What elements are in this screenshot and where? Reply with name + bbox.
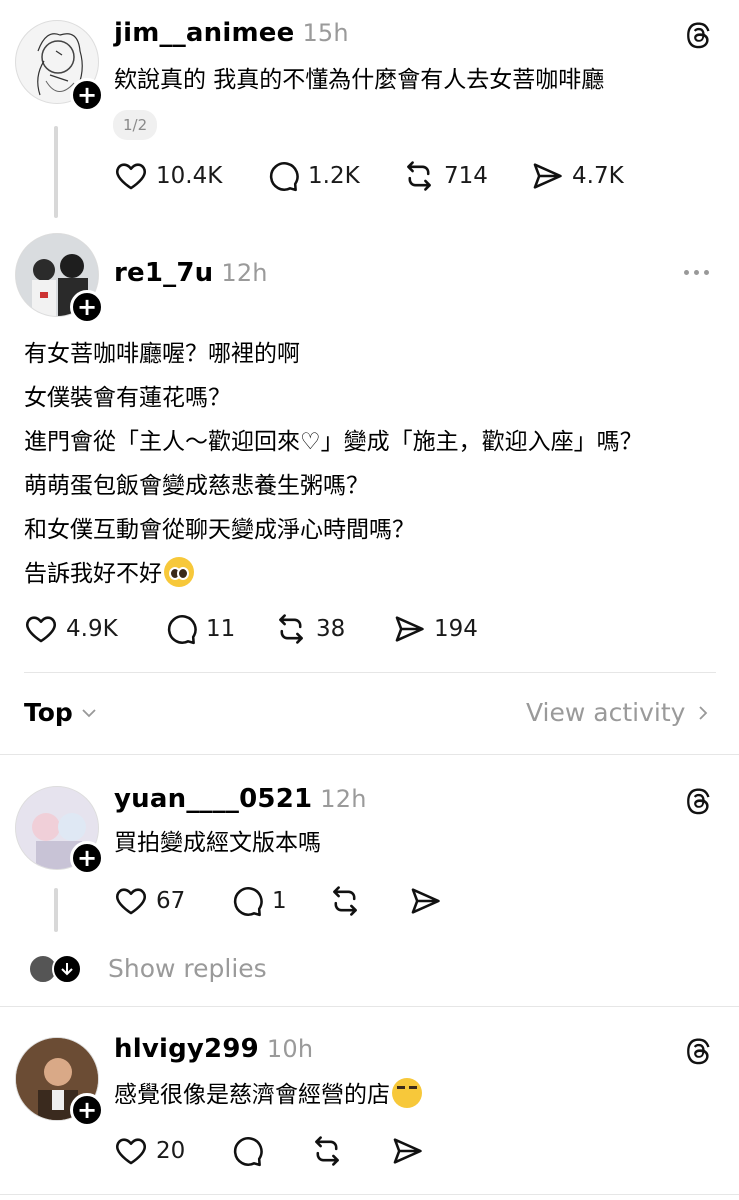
- like-button[interactable]: 20: [114, 1134, 185, 1168]
- comment-icon: [266, 159, 300, 193]
- comment-icon: [230, 1134, 264, 1168]
- comment-count: 11: [206, 616, 236, 642]
- reply-username[interactable]: hlvigy299 10h: [114, 1034, 313, 1064]
- threads-logo-icon[interactable]: [684, 786, 714, 816]
- heart-icon: [114, 884, 148, 918]
- share-button[interactable]: 194: [392, 612, 478, 646]
- post-username[interactable]: re1_7u 12h: [114, 258, 268, 288]
- divider: [0, 754, 739, 755]
- view-activity-link[interactable]: View activity: [526, 698, 711, 727]
- sort-label: Top: [24, 698, 73, 727]
- username[interactable]: yuan____0521: [114, 784, 312, 814]
- reply-time: 12h: [320, 785, 367, 813]
- view-activity-label: View activity: [526, 698, 686, 727]
- comment-button[interactable]: 1.2K: [266, 159, 360, 193]
- rofl-emoji: [392, 1078, 422, 1108]
- page-indicator: 1/2: [113, 110, 158, 140]
- post-text-line: 和女僕互動會從聊天變成淨心時間嗎？: [24, 517, 415, 543]
- like-button[interactable]: 4.9K: [24, 612, 118, 646]
- chevron-down-icon: [82, 708, 96, 717]
- follow-plus-button[interactable]: +: [70, 1093, 104, 1127]
- repost-count: 38: [316, 616, 346, 642]
- comment-count: 1.2K: [308, 163, 360, 189]
- repost-button[interactable]: [310, 1134, 344, 1168]
- like-button[interactable]: 67: [114, 884, 185, 918]
- show-replies-link[interactable]: Show replies: [108, 954, 267, 983]
- pleading-face-emoji: [164, 557, 194, 587]
- like-button[interactable]: 10.4K: [114, 159, 222, 193]
- thread-line: [54, 126, 58, 218]
- comment-button[interactable]: 1: [230, 884, 287, 918]
- reply-text-content: 感覺很像是慈濟會經營的店: [114, 1082, 390, 1108]
- post-text-line: 進門會從「主人～歡迎回來♡」變成「施主，歡迎入座」嗎？: [24, 429, 643, 455]
- repost-icon: [274, 612, 308, 646]
- follow-plus-button[interactable]: +: [70, 841, 104, 875]
- repost-button[interactable]: 38: [274, 612, 345, 646]
- like-count: 20: [156, 1138, 186, 1164]
- follow-plus-button[interactable]: +: [70, 78, 104, 112]
- share-icon: [408, 884, 442, 918]
- username[interactable]: re1_7u: [114, 258, 213, 288]
- like-count: 10.4K: [156, 163, 223, 189]
- repost-button[interactable]: [328, 884, 362, 918]
- heart-icon: [24, 612, 58, 646]
- comment-button[interactable]: 11: [164, 612, 235, 646]
- username[interactable]: jim__animee: [114, 18, 294, 48]
- post-username[interactable]: jim__animee 15h: [114, 18, 349, 48]
- repost-count: 714: [444, 163, 488, 189]
- share-icon: [530, 159, 564, 193]
- repost-icon: [402, 159, 436, 193]
- heart-icon: [114, 1134, 148, 1168]
- reply-username[interactable]: yuan____0521 12h: [114, 784, 367, 814]
- repost-icon: [328, 884, 362, 918]
- post-text-line: 女僕裝會有蓮花嗎？: [24, 385, 231, 411]
- follow-plus-button[interactable]: +: [70, 290, 104, 324]
- comment-icon: [230, 884, 264, 918]
- comment-icon: [164, 612, 198, 646]
- arrow-down-icon: [61, 963, 73, 976]
- comment-button[interactable]: [230, 1134, 264, 1168]
- like-count: 67: [156, 888, 186, 914]
- share-button[interactable]: 4.7K: [530, 159, 624, 193]
- share-button[interactable]: [408, 884, 442, 918]
- divider: [0, 1006, 739, 1007]
- comment-count: 1: [272, 888, 287, 914]
- post-text-line: 有女菩咖啡廳喔？哪裡的啊: [24, 341, 300, 367]
- repost-icon: [310, 1134, 344, 1168]
- reply-text: 買拍變成經文版本嗎: [114, 830, 321, 856]
- divider: [0, 1194, 739, 1195]
- repost-button[interactable]: 714: [402, 159, 488, 193]
- heart-icon: [114, 159, 148, 193]
- reply-text: 感覺很像是慈濟會經營的店: [114, 1073, 422, 1117]
- post-text-line: 告訴我好不好: [24, 552, 194, 596]
- post-text: 欸說真的 我真的不懂為什麼會有人去女菩咖啡廳: [114, 67, 605, 93]
- expand-replies-button[interactable]: [52, 954, 82, 984]
- thread-line: [54, 888, 58, 932]
- share-button[interactable]: [390, 1134, 424, 1168]
- post-time: 12h: [221, 259, 268, 287]
- threads-logo-icon[interactable]: [684, 1036, 714, 1066]
- divider: [24, 672, 716, 673]
- sort-dropdown[interactable]: Top: [24, 698, 99, 727]
- post-text-line: 萌萌蛋包飯會變成慈悲養生粥嗎？: [24, 473, 369, 499]
- username[interactable]: hlvigy299: [114, 1034, 259, 1064]
- chevron-right-icon: [699, 705, 708, 720]
- share-count: 4.7K: [572, 163, 624, 189]
- share-icon: [392, 612, 426, 646]
- more-icon[interactable]: [684, 270, 709, 275]
- post-time: 15h: [302, 19, 349, 47]
- reply-time: 10h: [266, 1035, 314, 1063]
- like-count: 4.9K: [66, 616, 118, 642]
- share-count: 194: [434, 616, 478, 642]
- threads-logo-icon[interactable]: [684, 20, 714, 50]
- post-text-last: 告訴我好不好: [24, 561, 162, 587]
- share-icon: [390, 1134, 424, 1168]
